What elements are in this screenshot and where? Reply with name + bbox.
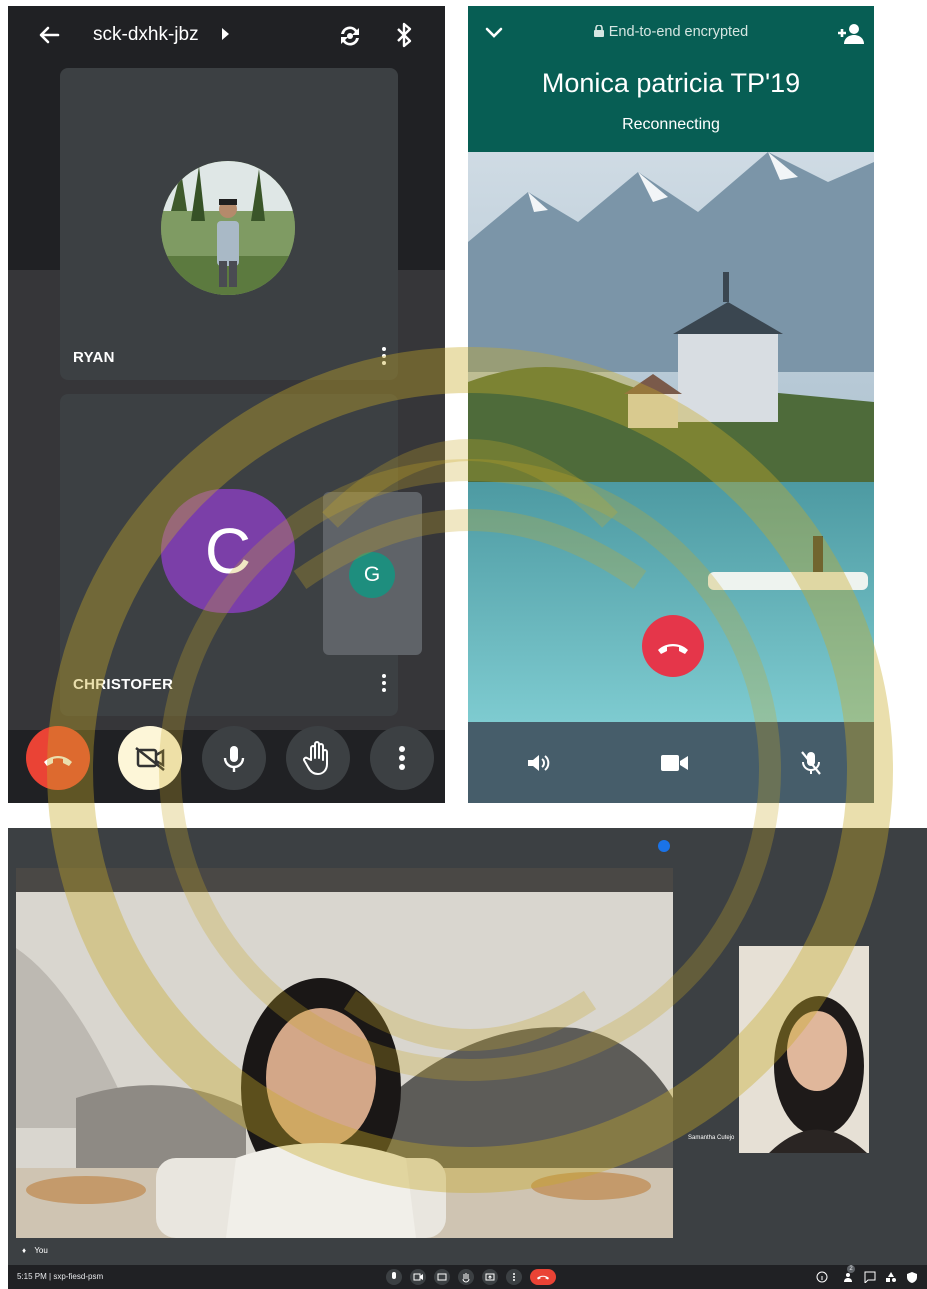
participant-count: 2 bbox=[847, 1265, 855, 1273]
host-controls-icon[interactable] bbox=[906, 1271, 918, 1283]
bluetooth-icon[interactable] bbox=[392, 20, 416, 50]
call-status: Reconnecting bbox=[622, 116, 720, 133]
encryption-text: End-to-end encrypted bbox=[608, 24, 749, 40]
back-arrow-icon[interactable] bbox=[34, 20, 64, 50]
ryan-avatar bbox=[161, 161, 295, 295]
raise-hand-button[interactable] bbox=[286, 726, 350, 790]
mic-muted-icon[interactable] bbox=[800, 750, 822, 781]
meet-desktop-screen: Samantha Cutejo ♦ You 5:15 PM | sxp-fies… bbox=[8, 828, 927, 1289]
side-participant-tile[interactable] bbox=[739, 946, 869, 1153]
more-dots-badge[interactable] bbox=[658, 840, 670, 852]
chat-icon[interactable] bbox=[864, 1271, 876, 1285]
christofer-more-icon[interactable] bbox=[381, 674, 387, 696]
captions-button[interactable] bbox=[434, 1269, 450, 1285]
activities-icon[interactable] bbox=[885, 1271, 897, 1283]
hang-up-button-desktop[interactable] bbox=[530, 1269, 556, 1285]
camera-button[interactable] bbox=[410, 1269, 426, 1285]
meeting-code[interactable]: sck-dxhk-jbz bbox=[93, 24, 199, 46]
contact-name: Monica patricia TP'19 bbox=[541, 68, 801, 98]
time-and-code: 5:15 PM | sxp-fiesd-psm bbox=[17, 1272, 104, 1281]
whatsapp-call-screen: End-to-end encrypted Monica patricia TP'… bbox=[468, 6, 874, 803]
speaker-icon[interactable] bbox=[526, 752, 550, 779]
meet-bottom-bar: 5:15 PM | sxp-fiesd-psm 2 bbox=[8, 1265, 927, 1289]
self-label: ♦ You bbox=[22, 1246, 48, 1255]
hang-up-button[interactable] bbox=[26, 726, 90, 790]
side-participant-name: Samantha Cutejo bbox=[688, 1135, 735, 1141]
participant-name-ryan: RYAN bbox=[73, 349, 115, 366]
call-controls-bar bbox=[468, 722, 874, 803]
main-video-tile[interactable] bbox=[16, 868, 673, 1238]
encryption-label: End-to-end encrypted bbox=[468, 24, 874, 41]
self-label-text: You bbox=[34, 1246, 48, 1255]
raise-hand-button-desktop[interactable] bbox=[458, 1269, 474, 1285]
christofer-avatar: C bbox=[161, 489, 295, 613]
info-icon[interactable] bbox=[816, 1271, 828, 1283]
caret-right-icon[interactable] bbox=[222, 28, 229, 40]
microphone-button[interactable] bbox=[202, 726, 266, 790]
self-avatar: G bbox=[349, 552, 395, 598]
add-participant-icon[interactable] bbox=[836, 22, 866, 46]
present-button[interactable] bbox=[482, 1269, 498, 1285]
ryan-more-icon[interactable] bbox=[381, 347, 387, 369]
mic-button[interactable] bbox=[386, 1269, 402, 1285]
switch-camera-icon[interactable] bbox=[336, 22, 364, 50]
meet-mobile-screen: sck-dxhk-jbz RYAN C G CHRISTOFER bbox=[8, 6, 445, 803]
participant-name-christofer: CHRISTOFER bbox=[73, 676, 174, 693]
more-options-button[interactable] bbox=[370, 726, 434, 790]
more-button[interactable] bbox=[506, 1269, 522, 1285]
bell-icon: ♦ bbox=[22, 1246, 27, 1255]
video-icon[interactable] bbox=[661, 754, 689, 777]
lock-icon bbox=[593, 24, 604, 41]
end-call-button[interactable] bbox=[642, 615, 704, 677]
meet-top-bar: sck-dxhk-jbz bbox=[8, 6, 445, 64]
camera-off-button[interactable] bbox=[118, 726, 182, 790]
